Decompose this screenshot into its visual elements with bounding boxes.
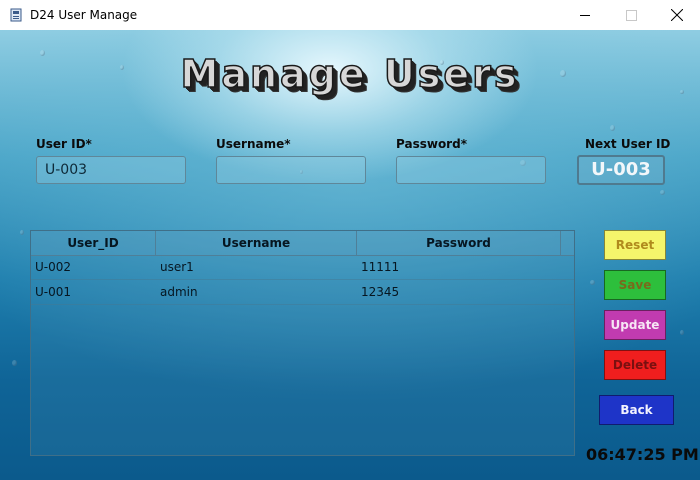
- minimize-button[interactable]: [562, 0, 608, 30]
- delete-button[interactable]: Delete: [604, 350, 666, 380]
- password-label: Password*: [396, 137, 467, 151]
- table-header: User_ID Username Password: [31, 231, 574, 256]
- column-header-username[interactable]: Username: [156, 231, 357, 255]
- back-button[interactable]: Back: [599, 395, 674, 425]
- table-row[interactable]: U-002 user1 11111: [31, 255, 574, 279]
- user-id-label: User ID*: [36, 137, 92, 151]
- close-button[interactable]: [654, 0, 700, 30]
- maximize-button[interactable]: [608, 0, 654, 30]
- next-user-id-label: Next User ID: [585, 137, 671, 151]
- username-label: Username*: [216, 137, 291, 151]
- cell-username: admin: [160, 285, 198, 299]
- username-field[interactable]: [216, 156, 366, 184]
- column-header-spacer: [560, 231, 575, 255]
- clock-display: 06:47:25 PM: [586, 445, 699, 464]
- page-title: Manage Users: [180, 51, 520, 97]
- column-header-user-id[interactable]: User_ID: [31, 231, 156, 255]
- cell-password: 11111: [361, 260, 400, 274]
- cell-password: 12345: [361, 285, 400, 299]
- app-icon: [10, 8, 22, 22]
- save-button[interactable]: Save: [604, 270, 666, 300]
- password-field[interactable]: [396, 156, 546, 184]
- close-icon: [671, 9, 683, 21]
- cell-user-id: U-001: [35, 285, 72, 299]
- window-titlebar: D24 User Manage: [0, 0, 700, 30]
- reset-button[interactable]: Reset: [604, 230, 666, 260]
- user-id-field[interactable]: U-003: [36, 156, 186, 184]
- cell-username: user1: [160, 260, 194, 274]
- window-title: D24 User Manage: [30, 8, 138, 22]
- update-button[interactable]: Update: [604, 310, 666, 340]
- row-divider: [31, 304, 574, 305]
- next-user-id-value: U-003: [577, 155, 665, 185]
- users-table[interactable]: User_ID Username Password U-002 user1 11…: [30, 230, 575, 456]
- cell-user-id: U-002: [35, 260, 72, 274]
- column-header-password[interactable]: Password: [357, 231, 560, 255]
- table-row[interactable]: U-001 admin 12345: [31, 280, 574, 304]
